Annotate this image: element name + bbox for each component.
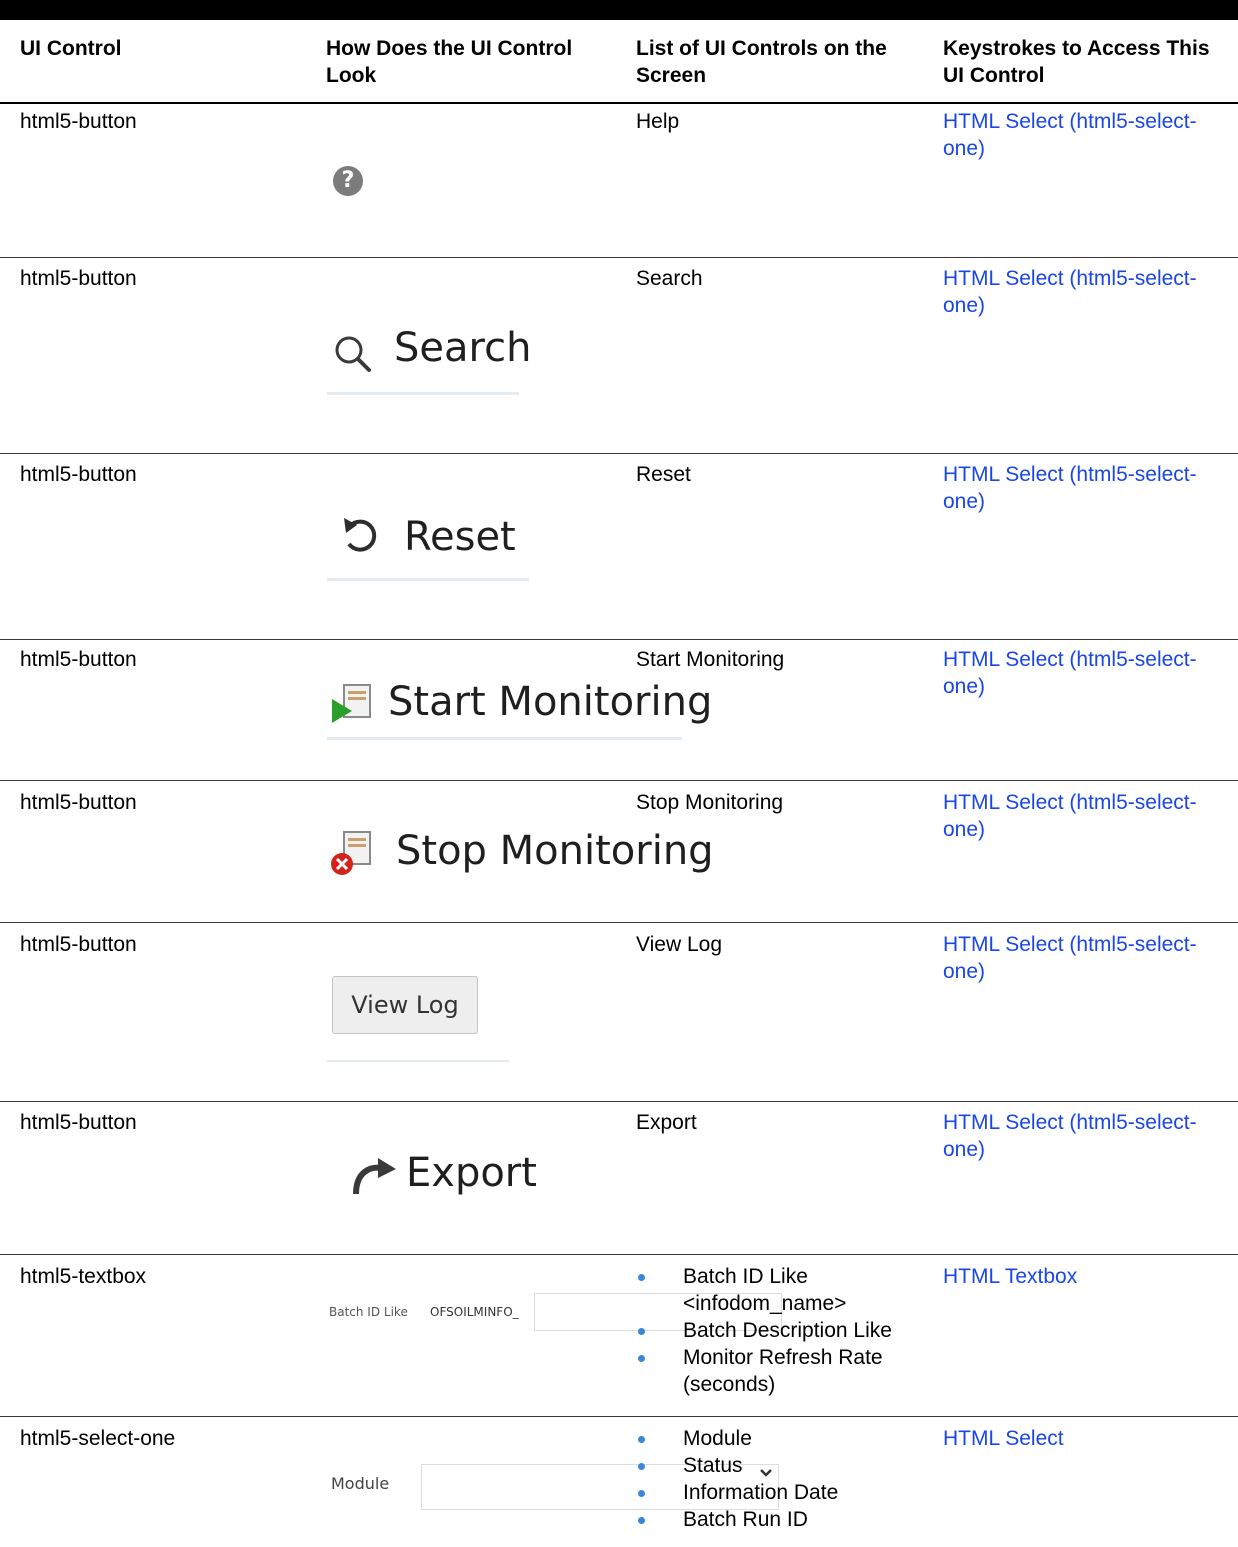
module-label: Module <box>331 1474 390 1493</box>
row1-keys-link[interactable]: HTML Select (html5-select-one) <box>943 108 1233 162</box>
start-monitoring-icon <box>332 684 371 723</box>
row5-control: html5-button <box>20 791 137 814</box>
row4-control: html5-button <box>20 648 137 671</box>
view-log-button[interactable]: View Log <box>332 976 478 1034</box>
row-separator <box>0 1101 1238 1102</box>
row7-keys-link[interactable]: HTML Select (html5-select-one) <box>943 1109 1233 1163</box>
row5-list: Stop Monitoring <box>636 791 784 814</box>
row8-control: html5-textbox <box>20 1265 147 1288</box>
row3-keys-link[interactable]: HTML Select (html5-select-one) <box>943 461 1233 515</box>
header-how-look: How Does the UI Control Look <box>326 37 573 87</box>
row6-control: html5-button <box>20 933 137 956</box>
row8-keys-link[interactable]: HTML Textbox <box>943 1263 1233 1290</box>
search-icon <box>335 336 371 372</box>
row2-list: Search <box>636 267 703 290</box>
row2-keys-link[interactable]: HTML Select (html5-select-one) <box>943 265 1233 319</box>
batch-id-label: Batch ID Like <box>329 1305 408 1319</box>
list-item: Batch ID Like <infodom_name> <box>636 1263 936 1317</box>
row-separator <box>0 453 1238 454</box>
reset-icon <box>344 518 377 552</box>
reset-underline <box>327 578 529 581</box>
row3-list: Reset <box>636 463 691 486</box>
list-item: Monitor Refresh Rate (seconds) <box>636 1344 936 1398</box>
row9-keys-link[interactable]: HTML Select <box>943 1425 1233 1452</box>
header-keystrokes: Keystrokes to Access This UI Control <box>943 37 1210 87</box>
search-underline <box>327 392 519 395</box>
list-item: Status <box>636 1452 936 1479</box>
row-separator <box>0 639 1238 640</box>
list-item: Batch Run ID <box>636 1506 936 1533</box>
row2-control: html5-button <box>20 267 137 290</box>
row6-keys-link[interactable]: HTML Select (html5-select-one) <box>943 931 1233 985</box>
help-icon[interactable]: ? <box>333 166 363 196</box>
header-ui-control: UI Control <box>20 37 122 60</box>
select-controls-list: Module Status Information Date Batch Run… <box>636 1425 936 1533</box>
header-list-controls: List of UI Controls on the Screen <box>636 37 887 87</box>
textbox-controls-list: Batch ID Like <infodom_name> Batch Descr… <box>636 1263 936 1398</box>
row-separator <box>0 780 1238 781</box>
row3-control: html5-button <box>20 463 137 486</box>
start-monitoring-underline <box>327 737 682 740</box>
row-separator <box>0 257 1238 258</box>
header-separator <box>0 102 1238 104</box>
row7-list: Export <box>636 1111 697 1134</box>
row-separator <box>0 922 1238 923</box>
row6-list: View Log <box>636 933 723 956</box>
list-item: Batch Description Like <box>636 1317 936 1344</box>
search-button-label: Search <box>394 325 532 371</box>
row1-list: Help <box>636 110 680 133</box>
row1-control: html5-button <box>20 110 137 133</box>
top-rule <box>0 0 1238 20</box>
batch-id-prefix: OFSOILMINFO_ <box>430 1305 519 1319</box>
row9-control: html5-select-one <box>20 1427 176 1450</box>
stop-monitoring-button-label: Stop Monitoring <box>396 828 714 874</box>
row5-keys-link[interactable]: HTML Select (html5-select-one) <box>943 789 1233 843</box>
export-button-label: Export <box>406 1150 537 1196</box>
row-separator <box>0 1416 1238 1417</box>
start-monitoring-button-label: Start Monitoring <box>388 679 713 725</box>
list-item: Module <box>636 1425 936 1452</box>
export-icon <box>353 1158 396 1195</box>
list-item: Information Date <box>636 1479 936 1506</box>
view-log-underline <box>327 1060 509 1062</box>
reset-button-label: Reset <box>404 514 516 560</box>
row4-keys-link[interactable]: HTML Select (html5-select-one) <box>943 646 1233 700</box>
row-separator <box>0 1254 1238 1255</box>
row7-control: html5-button <box>20 1111 137 1134</box>
stop-monitoring-icon <box>331 831 371 875</box>
row4-list: Start Monitoring <box>636 648 785 671</box>
